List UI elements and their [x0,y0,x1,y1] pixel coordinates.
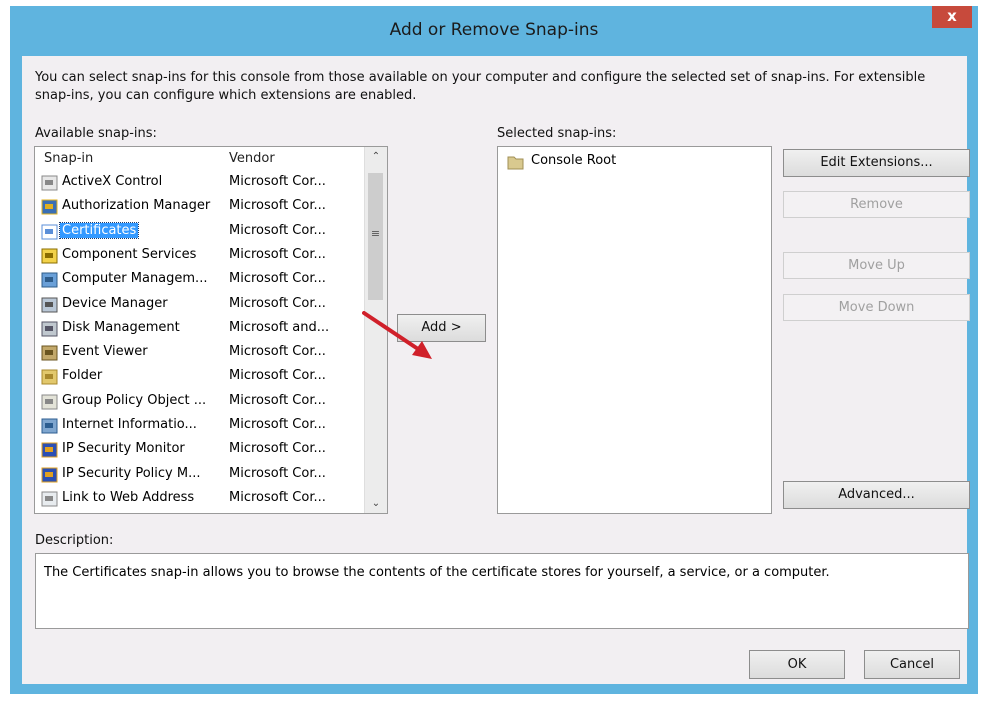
list-item[interactable]: Link to Web Address Microsoft Cor... [35,487,363,511]
description-box: The Certificates snap-in allows you to b… [35,553,969,629]
close-button[interactable]: x [932,6,972,28]
dialog-window: Add or Remove Snap-ins x You can select … [10,6,978,694]
scrollbar-thumb[interactable]: ≡ [368,173,383,300]
column-header-vendor[interactable]: Vendor [229,151,275,166]
column-header-snapin[interactable]: Snap-in [44,151,93,166]
red-arrow-annotation [362,311,432,359]
certificate-icon [41,224,58,240]
list-item[interactable]: IP Security Monitor Microsoft Cor... [35,438,363,462]
snapin-name: Group Policy Object ... [62,392,207,408]
device-manager-icon [41,297,58,312]
available-snapins-list[interactable]: Snap-in Vendor ActiveX Control Microsoft … [34,146,388,514]
snapin-vendor: Microsoft Cor... [229,174,326,189]
cancel-button[interactable]: Cancel [864,650,960,679]
snapin-vendor: Microsoft and... [229,319,330,335]
snapin-vendor: Microsoft Cor... [229,198,326,214]
list-item[interactable]: Disk Management Microsoft and... [35,317,363,341]
snapin-name: Event Viewer [62,344,148,360]
list-item[interactable]: ActiveX Control Microsoft Cor... [35,171,363,195]
snapin-name: Folder [62,368,103,384]
scroll-up-icon[interactable]: ⌃ [365,151,387,162]
snapin-name: Disk Management [62,319,180,335]
move-up-button[interactable]: Move Up [783,252,970,279]
link-icon [41,491,58,507]
folder-icon [507,156,524,170]
selected-snapins-label: Selected snap-ins: [497,126,617,141]
list-item[interactable]: Device Manager Microsoft Cor... [35,293,363,317]
scroll-down-icon[interactable]: ⌄ [365,498,387,509]
list-item[interactable]: Folder Microsoft Cor... [35,365,363,389]
snapin-name: IP Security Policy M... [62,465,201,481]
list-item[interactable]: Group Policy Object ... Microsoft Cor... [35,390,363,414]
snapin-vendor: Microsoft Cor... [229,392,326,408]
snapin-name: Authorization Manager [62,198,211,214]
snapin-name: ActiveX Control [62,174,163,189]
snapin-name: Certificates [58,221,140,239]
close-icon: x [947,7,957,25]
list-item[interactable]: Event Viewer Microsoft Cor... [35,341,363,365]
snapin-name: IP Security Monitor [62,441,185,457]
activex-icon [41,175,58,191]
snapin-vendor: Microsoft Cor... [229,344,326,360]
intro-text: You can select snap-ins for this console… [35,70,926,103]
dialog-title: Add or Remove Snap-ins [389,20,599,40]
move-down-button[interactable]: Move Down [783,294,970,321]
list-item[interactable]: Authorization Manager Microsoft Cor... [35,195,363,219]
authorization-icon [41,199,58,215]
dialog-body: You can select snap-ins for this console… [22,56,970,684]
snapin-vendor: Microsoft Cor... [229,295,326,311]
computer-management-icon [41,272,58,288]
component-services-icon [41,248,58,264]
snapin-vendor: Microsoft Cor... [229,222,326,238]
edit-extensions-button[interactable]: Edit Extensions... [783,149,970,177]
grip-icon: ≡ [370,227,381,240]
snapin-name: Internet Informatio... [62,417,197,432]
list-item[interactable]: Computer Managem... Microsoft Cor... [35,268,363,292]
ip-security-icon [41,442,58,458]
snapin-vendor: Microsoft Cor... [229,465,326,481]
ip-security-icon [41,467,58,483]
snapin-vendor: Microsoft Cor... [229,441,326,457]
snapin-name: Device Manager [62,295,168,311]
description-text: The Certificates snap-in allows you to b… [44,565,830,580]
event-viewer-icon [41,345,58,361]
snapin-vendor: Microsoft Cor... [229,271,326,287]
description-label: Description: [35,533,114,548]
list-item[interactable]: IP Security Policy M... Microsoft Cor... [35,463,363,487]
folder-icon [41,369,58,385]
list-item[interactable]: Component Services Microsoft Cor... [35,244,363,268]
list-item[interactable]: Console Root [498,150,758,174]
iis-icon [41,418,58,434]
remove-button[interactable]: Remove [783,191,970,218]
available-snapins-label: Available snap-ins: [35,126,157,141]
title-bar[interactable]: Add or Remove Snap-ins x [10,6,978,56]
snapin-vendor: Microsoft Cor... [229,368,326,384]
selected-snapins-list[interactable]: Console Root [497,146,772,514]
snapin-name: Component Services [62,246,197,262]
snapin-vendor: Microsoft Cor... [229,417,326,432]
snapin-name: Computer Managem... [62,271,208,287]
advanced-button[interactable]: Advanced... [783,481,970,509]
disk-icon [41,321,58,337]
list-item[interactable]: Certificates Microsoft Cor... [35,220,363,244]
snapin-name: Link to Web Address [62,489,195,505]
group-policy-icon [41,394,58,410]
snapin-vendor: Microsoft Cor... [229,489,326,505]
snapin-vendor: Microsoft Cor... [229,246,326,262]
ok-button[interactable]: OK [749,650,845,679]
selected-item-label: Console Root [531,153,617,168]
list-item[interactable]: Internet Informatio... Microsoft Cor... [35,414,363,438]
